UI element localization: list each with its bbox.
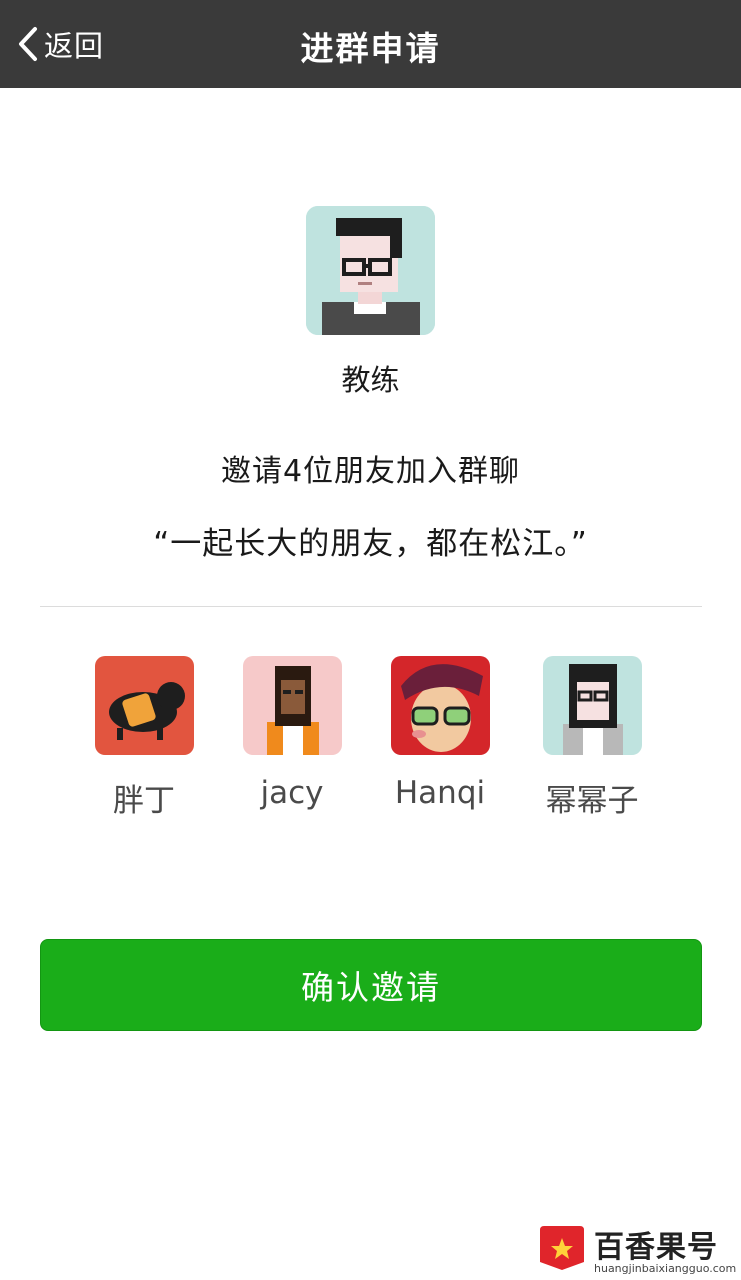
member-avatar — [542, 656, 642, 755]
member-item[interactable]: 胖丁 — [69, 656, 219, 820]
member-name: jacy — [260, 775, 324, 811]
confirm-invite-button[interactable]: 确认邀请 — [40, 939, 702, 1031]
member-item[interactable]: jacy — [217, 656, 367, 811]
invite-text: 邀请4位朋友加入群聊 — [220, 454, 521, 489]
member-item[interactable]: 幂幂子 — [517, 656, 667, 820]
member-name: 胖丁 — [113, 783, 175, 819]
watermark-url: huangjinbaixiangguo.com — [594, 1262, 737, 1275]
watermark: 百香果号 huangjinbaixiangguo.com — [536, 1222, 741, 1280]
divider — [40, 606, 702, 607]
member-name: Hanqi — [394, 775, 486, 811]
inviter-avatar[interactable] — [306, 206, 435, 335]
navbar: 返回 进群申请 — [0, 0, 741, 88]
member-avatar — [94, 656, 194, 755]
member-name: 幂幂子 — [545, 783, 639, 819]
brand-logo-icon — [540, 1226, 584, 1270]
member-avatar — [390, 656, 490, 755]
group-name: “一起长大的朋友，都在松江。” — [153, 526, 588, 562]
member-avatar — [242, 656, 342, 755]
page-title: 进群申请 — [300, 29, 441, 68]
watermark-brand: 百香果号 — [594, 1230, 718, 1265]
member-item[interactable]: Hanqi — [365, 656, 515, 811]
inviter-name: 教练 — [341, 363, 400, 397]
